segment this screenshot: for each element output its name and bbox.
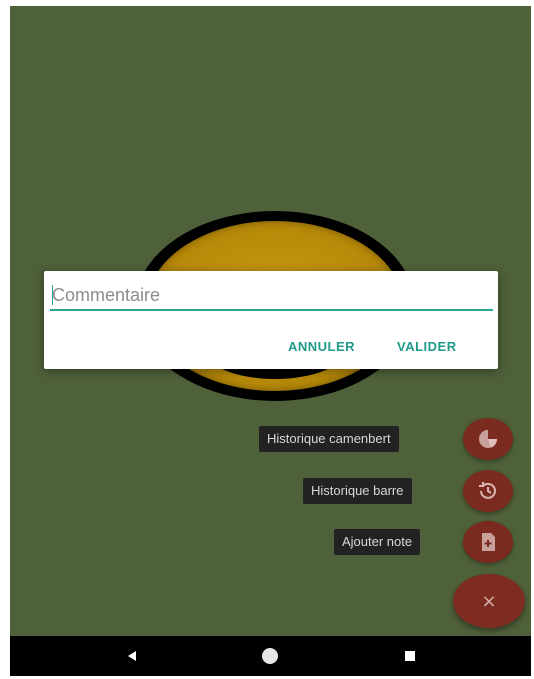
history-icon	[479, 482, 496, 499]
comment-input[interactable]	[50, 281, 493, 311]
fab-pie-history-button[interactable]	[463, 418, 513, 460]
fab-label-bar-history[interactable]: Historique barre	[303, 478, 412, 504]
comment-dialog: ANNULER VALIDER	[44, 271, 498, 369]
android-nav-bar	[10, 636, 531, 676]
back-triangle-icon	[128, 651, 136, 661]
nav-home-button[interactable]	[240, 636, 300, 676]
recents-square-icon	[405, 651, 415, 661]
app-screen: ANNULER VALIDER Historique camenbert His…	[10, 6, 531, 636]
text-caret	[52, 285, 53, 305]
close-fab-button[interactable]: ×	[453, 574, 525, 628]
fab-add-note-button[interactable]	[463, 521, 513, 563]
fab-bar-history-button[interactable]	[463, 470, 513, 512]
cancel-button[interactable]: ANNULER	[282, 335, 361, 358]
nav-back-button[interactable]	[102, 636, 162, 676]
validate-button[interactable]: VALIDER	[391, 335, 463, 358]
add-note-icon	[482, 533, 495, 551]
fab-label-pie-history[interactable]: Historique camenbert	[259, 426, 399, 452]
home-circle-icon	[262, 648, 278, 664]
nav-recents-button[interactable]	[380, 636, 440, 676]
device-frame: ANNULER VALIDER Historique camenbert His…	[10, 6, 531, 676]
fab-label-add-note[interactable]: Ajouter note	[334, 529, 421, 555]
pie-chart-icon	[479, 430, 497, 448]
